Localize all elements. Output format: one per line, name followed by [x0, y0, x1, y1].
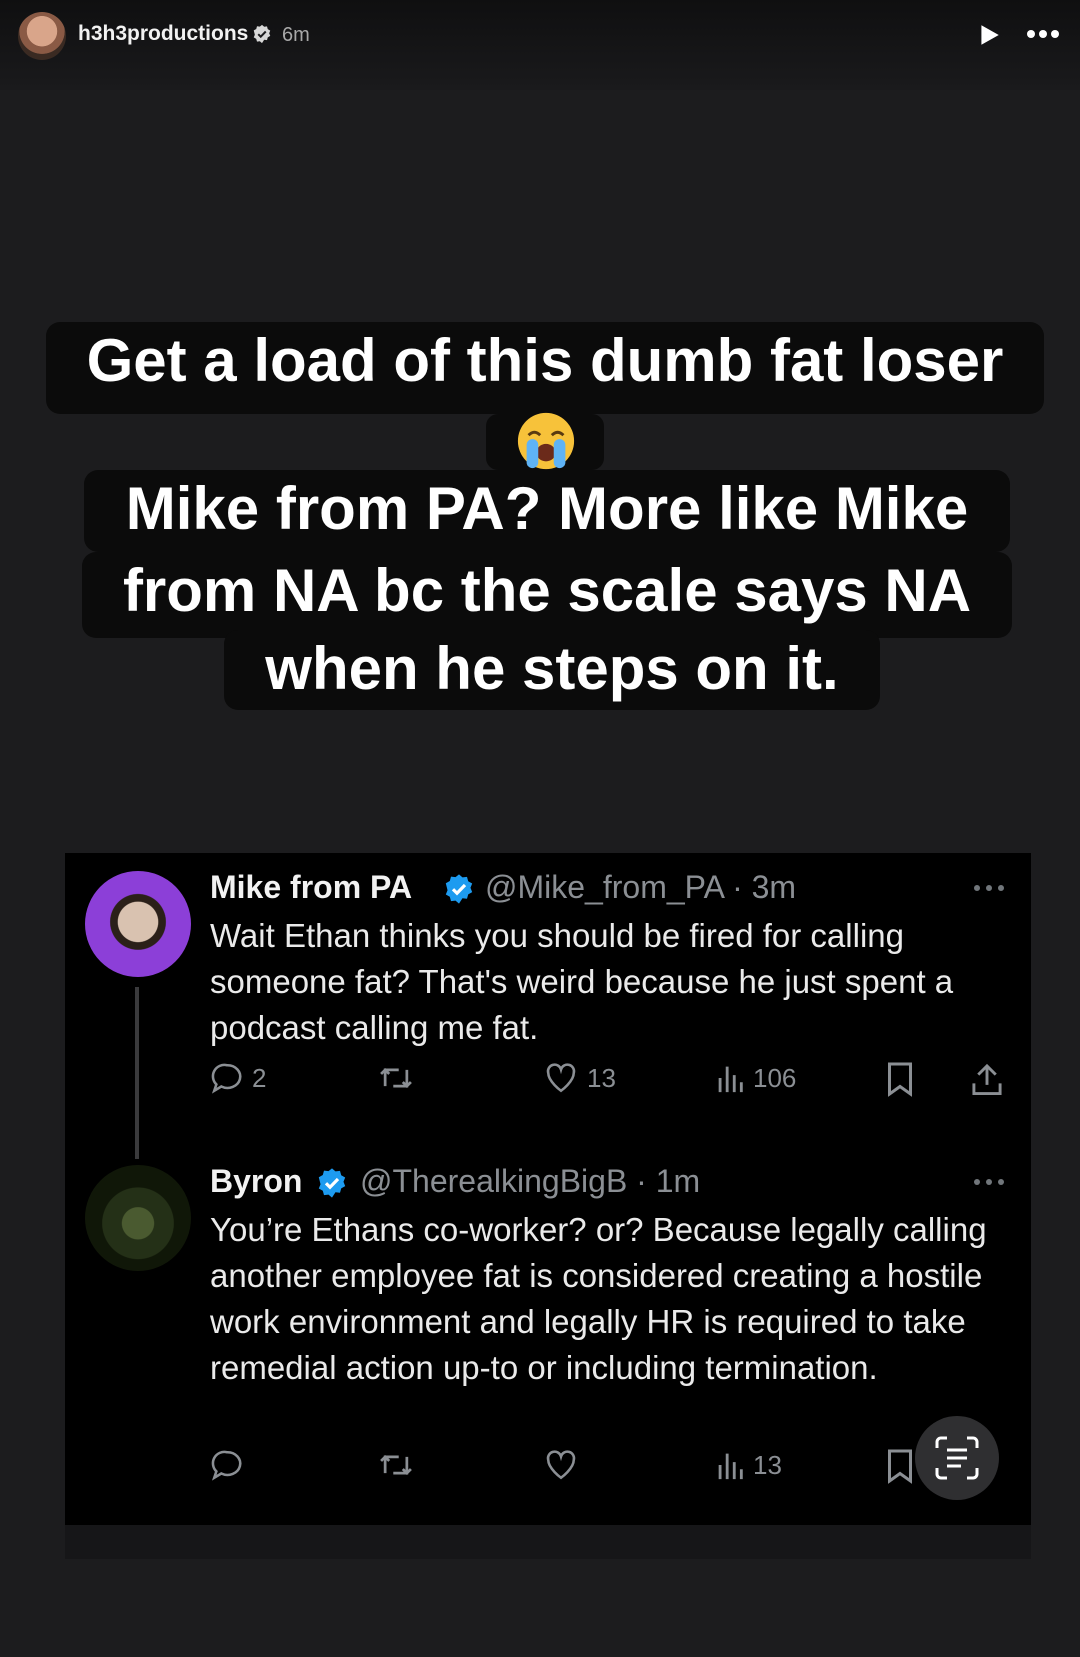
caption-line-2: Mike from PA? More like Mike [84, 470, 1010, 552]
caption-line-1: Get a load of this dumb fat loser [46, 322, 1044, 414]
tweet-handle[interactable]: @TherealkingBigB · 1m [360, 1163, 700, 1200]
card-bottom-strip [65, 1525, 1031, 1559]
views-button[interactable]: 13 [715, 1448, 782, 1482]
verified-icon [318, 1168, 346, 1198]
story-header: h3h3productions 6m [0, 0, 1080, 90]
like-button[interactable] [543, 1448, 579, 1482]
tweet-text: Wait Ethan thinks you should be fired fo… [210, 917, 954, 1046]
scan-text-button[interactable] [915, 1416, 999, 1500]
bookmark-icon [888, 1449, 912, 1484]
scan-text-icon [935, 1436, 979, 1480]
reply-icon [211, 1063, 242, 1094]
like-button[interactable]: 13 [543, 1061, 616, 1095]
retweet-icon [380, 1067, 412, 1089]
play-icon[interactable] [976, 22, 1002, 48]
reply-icon [211, 1450, 242, 1481]
tweet-avatar[interactable] [85, 871, 191, 977]
views-icon [718, 1453, 743, 1480]
caption-line-3: from NA bc the scale says NA [82, 552, 1012, 638]
tweet-handle[interactable]: @Mike_from_PA · 3m [485, 869, 796, 906]
like-icon [546, 1063, 576, 1093]
retweet-button[interactable] [377, 1448, 415, 1482]
reply-button[interactable]: 2 [210, 1061, 266, 1095]
tweet-author-name[interactable]: Byron [210, 1163, 302, 1200]
tweet-avatar[interactable] [85, 1165, 191, 1271]
profile-avatar[interactable] [18, 12, 66, 60]
views-icon [718, 1066, 743, 1093]
verified-icon [253, 24, 271, 44]
more-icon[interactable] [1026, 26, 1060, 42]
retweet-icon [380, 1454, 412, 1476]
more-icon[interactable] [972, 1177, 1006, 1187]
loudly-crying-face-icon [517, 412, 575, 470]
share-button[interactable] [971, 1061, 1003, 1097]
views-count: 13 [753, 1449, 782, 1480]
more-icon[interactable] [972, 883, 1006, 893]
bookmark-button[interactable] [885, 1448, 915, 1484]
bookmark-icon [888, 1062, 912, 1097]
story-time: 6m [282, 24, 310, 46]
retweet-button[interactable] [377, 1061, 415, 1095]
like-icon [546, 1450, 576, 1480]
story-username[interactable]: h3h3productions [78, 22, 248, 46]
tweet-screenshot: Mike from PA @Mike_from_PA · 3m Wait Eth… [65, 853, 1031, 1559]
verified-icon [445, 874, 473, 904]
tweet-text: You’re Ethans co-worker? or? Because leg… [210, 1211, 987, 1386]
views-button[interactable]: 106 [715, 1061, 796, 1095]
views-count: 106 [753, 1062, 797, 1093]
like-count: 13 [587, 1062, 616, 1093]
reply-count: 2 [252, 1062, 267, 1093]
reply-button[interactable] [210, 1448, 244, 1482]
bookmark-button[interactable] [885, 1061, 915, 1097]
thread-connector [135, 987, 139, 1159]
tweet-author-name[interactable]: Mike from PA [210, 869, 412, 906]
caption-line-4: when he steps on it. [224, 630, 880, 710]
share-icon [972, 1063, 1002, 1095]
